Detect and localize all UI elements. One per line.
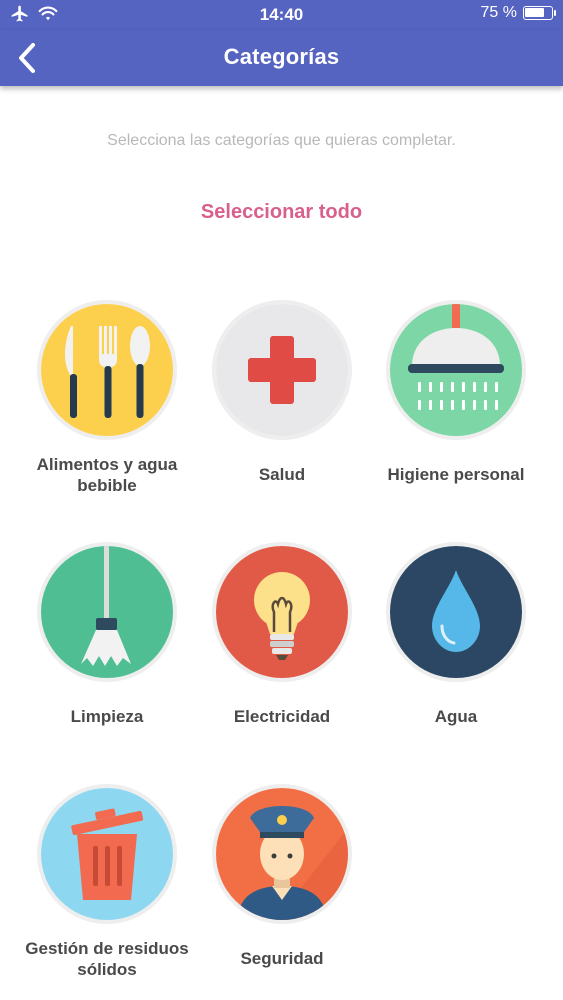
category-circle — [386, 300, 526, 440]
category-higiene[interactable]: Higiene personal — [369, 300, 543, 485]
category-salud[interactable]: Salud — [195, 300, 369, 485]
category-agua[interactable]: Agua — [369, 542, 543, 727]
category-circle — [386, 542, 526, 682]
category-seguridad[interactable]: Seguridad — [195, 784, 369, 969]
trash-bin-icon — [41, 788, 173, 920]
category-label: Alimentos y agua bebible — [36, 455, 178, 495]
category-limpieza[interactable]: Limpieza — [20, 542, 194, 727]
police-officer-icon — [216, 788, 348, 920]
category-label: Gestión de residuos sólidos — [25, 939, 189, 979]
status-bar: 14:40 75 % — [0, 0, 563, 30]
status-right: 75 % — [480, 4, 556, 22]
cutlery-icon — [41, 304, 173, 436]
category-label: Salud — [258, 465, 306, 484]
app-header: Categorías — [0, 30, 563, 86]
status-time: 14:40 — [259, 5, 304, 24]
light-bulb-icon — [216, 546, 348, 678]
category-label: Seguridad — [240, 949, 324, 968]
mop-icon — [41, 546, 173, 678]
category-circle — [37, 542, 177, 682]
page-title: Categorías — [223, 44, 340, 69]
category-label: Agua — [434, 707, 478, 726]
category-label: Higiene personal — [387, 465, 525, 484]
category-label: Electricidad — [233, 707, 331, 726]
category-label: Limpieza — [70, 707, 144, 726]
instructions-text: Selecciona las categorías que quieras co… — [107, 132, 456, 149]
category-electricidad[interactable]: Electricidad — [195, 542, 369, 727]
category-circle — [37, 784, 177, 924]
medical-cross-icon — [216, 304, 348, 436]
category-circle — [212, 784, 352, 924]
category-circle — [212, 542, 352, 682]
battery-icon — [523, 6, 556, 20]
category-residuos[interactable]: Gestión de residuos sólidos — [20, 784, 194, 980]
select-all-button[interactable]: Seleccionar todo — [0, 201, 563, 224]
category-circle — [37, 300, 177, 440]
category-circle — [212, 300, 352, 440]
category-alimentos[interactable]: Alimentos y agua bebible — [20, 300, 194, 496]
water-drop-icon — [390, 546, 522, 678]
shower-icon — [390, 304, 522, 436]
battery-percentage: 75 % — [480, 4, 517, 21]
